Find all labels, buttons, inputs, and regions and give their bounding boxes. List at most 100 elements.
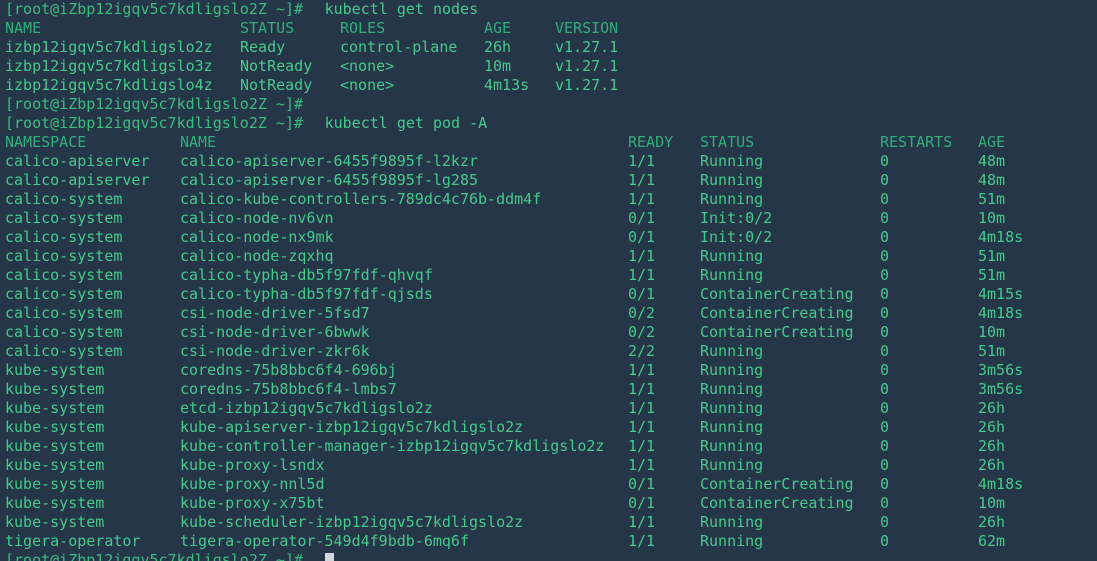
- shell-prompt: [root@iZbp12igqv5c7kdligslo2Z ~]#: [5, 551, 304, 561]
- pod-namespace: calico-system: [5, 190, 123, 208]
- pod-ready: 1/1: [628, 266, 656, 284]
- node-age: 4m13s: [484, 76, 530, 94]
- nodes-table-row: izbp12igqv5c7kdligslo4z NotReady <none> 4m1…: [0, 76, 1097, 95]
- pods-header-age: AGE: [978, 133, 1006, 151]
- pod-status: Running: [700, 456, 764, 474]
- pod-restarts: 0: [880, 247, 890, 265]
- pod-restarts: 0: [880, 304, 890, 322]
- node-roles: <none>: [340, 57, 395, 75]
- pod-restarts: 0: [880, 456, 890, 474]
- pod-ready: 0/1: [628, 475, 656, 493]
- pod-name: calico-apiserver-6455f9895f-lg285: [180, 171, 479, 189]
- pod-name: calico-apiserver-6455f9895f-l2kzr: [180, 152, 479, 170]
- pod-name: coredns-75b8bbc6f4-696bj: [180, 361, 397, 379]
- pod-status: Running: [700, 361, 764, 379]
- prompt-line-active: [root@iZbp12igqv5c7kdligslo2Z ~]#: [0, 551, 1097, 561]
- pod-restarts: 0: [880, 437, 890, 455]
- nodes-header-status: STATUS: [240, 19, 295, 37]
- pod-restarts: 0: [880, 399, 890, 417]
- command-line-get-nodes: [root@iZbp12igqv5c7kdligslo2Z ~]# kubectl…: [0, 0, 1097, 19]
- pod-status: ContainerCreating: [700, 285, 854, 303]
- shell-prompt: [root@iZbp12igqv5c7kdligslo2Z ~]#: [5, 114, 304, 132]
- pod-ready: 1/1: [628, 456, 656, 474]
- nodes-table-header: NAME STATUS ROLES AGE VERSION: [0, 19, 1097, 38]
- pods-table-row: kube-system kube-proxy-lsndx 1/1 Running 0 26…: [0, 456, 1097, 475]
- pod-namespace: kube-system: [5, 494, 105, 512]
- pod-restarts: 0: [880, 190, 890, 208]
- pod-status: Running: [700, 266, 764, 284]
- pod-namespace: calico-system: [5, 304, 123, 322]
- pod-namespace: calico-apiserver: [5, 171, 150, 189]
- pod-age: 10m: [978, 209, 1006, 227]
- pod-restarts: 0: [880, 418, 890, 436]
- pods-header-name: NAME: [180, 133, 217, 151]
- pod-ready: 1/1: [628, 171, 656, 189]
- pod-ready: 0/1: [628, 228, 656, 246]
- node-name: izbp12igqv5c7kdligslo4z: [5, 76, 213, 94]
- pod-status: Running: [700, 513, 764, 531]
- pod-status: Running: [700, 437, 764, 455]
- pod-namespace: calico-apiserver: [5, 152, 150, 170]
- pod-name: calico-typha-db5f97fdf-qjsds: [180, 285, 433, 303]
- pod-restarts: 0: [880, 513, 890, 531]
- pods-table-row: kube-system kube-scheduler-izbp12igqv5c7k…: [0, 513, 1097, 532]
- pod-ready: 1/1: [628, 418, 656, 436]
- pod-ready: 1/1: [628, 380, 656, 398]
- pod-status: Init:0/2: [700, 228, 773, 246]
- pod-age: 10m: [978, 494, 1006, 512]
- pods-table-row: calico-system calico-node-nx9mk 0/1 Init:0/…: [0, 228, 1097, 247]
- pod-age: 26h: [978, 399, 1006, 417]
- pod-namespace: tigera-operator: [5, 532, 141, 550]
- pods-table-row: calico-system calico-typha-db5f97fdf-qhvq…: [0, 266, 1097, 285]
- pod-status: Running: [700, 399, 764, 417]
- pod-ready: 1/1: [628, 532, 656, 550]
- command-text-get-nodes: kubectl get nodes: [324, 0, 479, 18]
- terminal-window[interactable]: [root@iZbp12igqv5c7kdligslo2Z ~]# kubectl…: [0, 0, 1097, 561]
- pod-restarts: 0: [880, 228, 890, 246]
- pod-age: 3m56s: [978, 361, 1024, 379]
- pod-restarts: 0: [880, 342, 890, 360]
- pod-name: kube-proxy-nnl5d: [180, 475, 325, 493]
- pod-status: Running: [700, 190, 764, 208]
- pods-table-row: tigera-operator tigera-operator-549d4f9bd…: [0, 532, 1097, 551]
- pod-restarts: 0: [880, 494, 890, 512]
- pod-ready: 1/1: [628, 361, 656, 379]
- pods-table-row: calico-system calico-kube-controllers-789…: [0, 190, 1097, 209]
- pod-ready: 1/1: [628, 190, 656, 208]
- pod-restarts: 0: [880, 532, 890, 550]
- pods-table-header: NAMESPACE NAME READY STATUS RESTARTS AGE: [0, 133, 1097, 152]
- pods-header-namespace: NAMESPACE: [5, 133, 87, 151]
- pods-table-row: kube-system etcd-izbp12igqv5c7kdligslo2z 1…: [0, 399, 1097, 418]
- pod-name: calico-typha-db5f97fdf-qhvqf: [180, 266, 433, 284]
- pod-name: kube-proxy-lsndx: [180, 456, 325, 474]
- pod-status: ContainerCreating: [700, 475, 854, 493]
- pods-table-row: calico-system csi-node-driver-6bwwk 0/2 Con…: [0, 323, 1097, 342]
- pod-name: csi-node-driver-6bwwk: [180, 323, 370, 341]
- pod-age: 51m: [978, 190, 1006, 208]
- prompt-line-idle: [root@iZbp12igqv5c7kdligslo2Z ~]#: [0, 95, 1097, 114]
- pod-name: calico-node-nx9mk: [180, 228, 334, 246]
- pod-namespace: kube-system: [5, 399, 105, 417]
- pod-namespace: kube-system: [5, 513, 105, 531]
- node-age: 26h: [484, 38, 512, 56]
- pod-namespace: kube-system: [5, 361, 105, 379]
- pod-ready: 1/1: [628, 399, 656, 417]
- pod-namespace: kube-system: [5, 437, 105, 455]
- pod-age: 26h: [978, 456, 1006, 474]
- pod-age: 26h: [978, 437, 1006, 455]
- node-name: izbp12igqv5c7kdligslo2z: [5, 38, 213, 56]
- pod-age: 26h: [978, 513, 1006, 531]
- pod-age: 48m: [978, 152, 1006, 170]
- pod-ready: 1/1: [628, 247, 656, 265]
- pod-status: Running: [700, 171, 764, 189]
- pod-name: kube-controller-manager-izbp12igqv5c7kdl…: [180, 437, 605, 455]
- pod-name: calico-kube-controllers-789dc4c76b-ddm4f: [180, 190, 542, 208]
- pod-age: 62m: [978, 532, 1006, 550]
- pods-header-ready: READY: [628, 133, 674, 151]
- pod-restarts: 0: [880, 285, 890, 303]
- pod-age: 4m15s: [978, 285, 1024, 303]
- pods-table-row: kube-system coredns-75b8bbc6f4-696bj 1/1 Ru…: [0, 361, 1097, 380]
- pod-name: calico-node-zqxhq: [180, 247, 334, 265]
- node-roles: <none>: [340, 76, 395, 94]
- pod-name: csi-node-driver-5fsd7: [180, 304, 370, 322]
